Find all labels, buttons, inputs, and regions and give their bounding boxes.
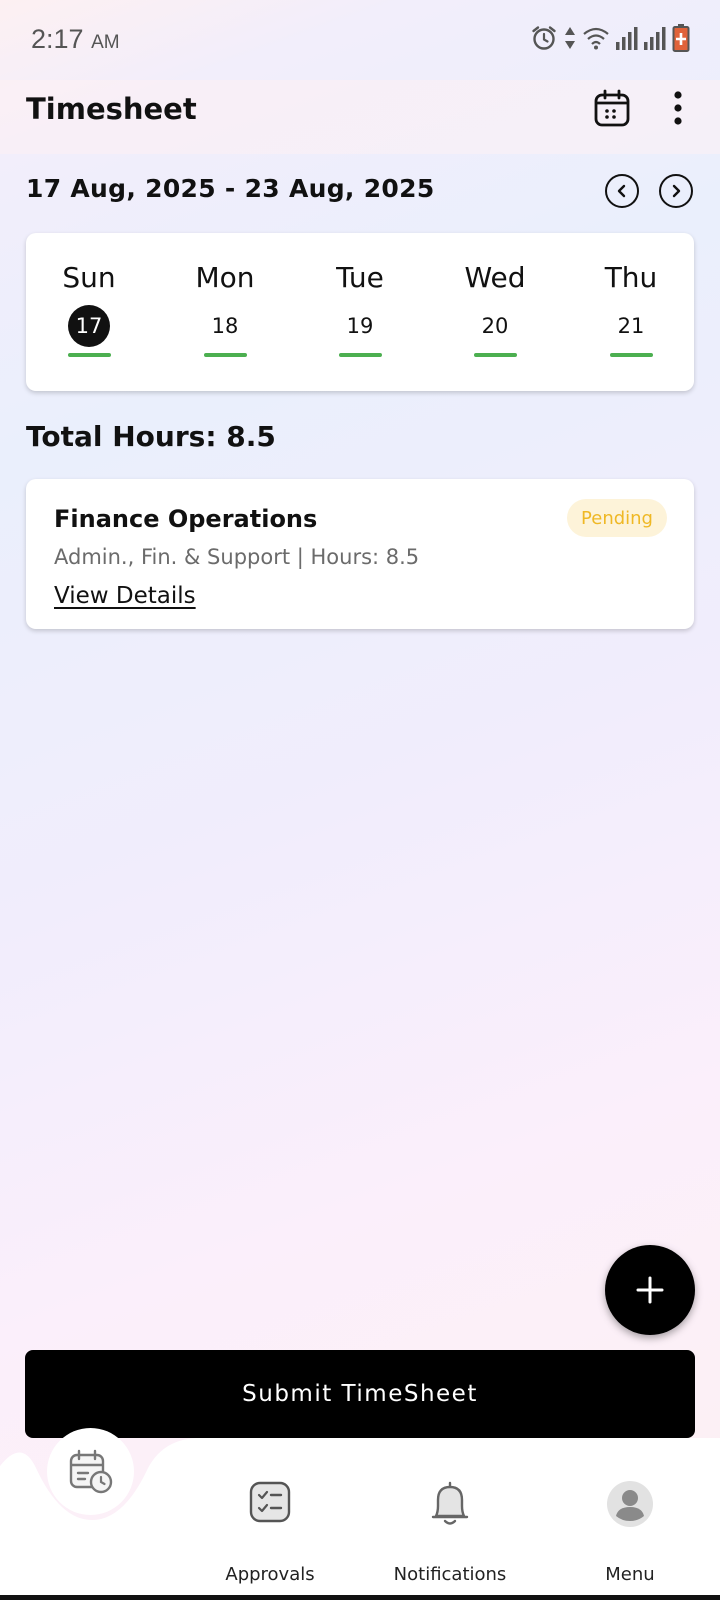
day-name: Tue (336, 261, 384, 294)
day-number: 19 (346, 314, 374, 338)
nav-item-approvals[interactable]: Approvals (195, 1480, 345, 1590)
more-vertical-icon (674, 91, 682, 125)
bell-icon (431, 1481, 469, 1525)
page-title: Timesheet (26, 92, 197, 126)
day-hours-indicator (68, 353, 111, 357)
nav-label-menu: Menu (605, 1564, 655, 1585)
day-name: Wed (464, 261, 526, 294)
chevron-left-icon (617, 184, 626, 198)
add-entry-button[interactable] (605, 1245, 695, 1335)
status-ampm: AM (91, 32, 120, 53)
wifi-icon (583, 27, 609, 50)
day-name: Thu (604, 261, 658, 294)
day-name: Mon (195, 261, 255, 294)
more-options-button[interactable] (662, 86, 694, 130)
day-hours-indicator (339, 353, 382, 357)
status-bar: 2:17 AM (0, 0, 720, 80)
status-clock: 2:17 (31, 24, 84, 54)
day-hours-indicator (474, 353, 517, 357)
timesheet-home-button[interactable] (47, 1428, 134, 1515)
total-hours: Total Hours: 8.5 (26, 420, 276, 453)
status-badge: Pending (567, 499, 667, 537)
timesheet-clock-icon (69, 1449, 112, 1493)
entry-subtitle: Admin., Fin. & Support | Hours: 8.5 (54, 545, 420, 569)
next-week-button[interactable] (659, 174, 693, 208)
previous-week-button[interactable] (605, 174, 639, 208)
nav-item-menu[interactable]: Menu (555, 1480, 705, 1590)
entry-title: Finance Operations (54, 505, 318, 533)
day-number: 18 (211, 314, 239, 338)
day-number: 17 (68, 305, 110, 347)
calendar-icon (594, 89, 630, 127)
nav-item-notifications[interactable]: Notifications (375, 1480, 525, 1590)
nav-label-notifications: Notifications (393, 1564, 507, 1585)
day-name: Sun (62, 261, 116, 294)
week-day-strip: Sun 17 Mon 18 Tue 19 Wed 20 Thu 21 (26, 233, 694, 391)
day-hours-indicator (610, 353, 653, 357)
nav-label-approvals: Approvals (225, 1564, 315, 1585)
view-details-link[interactable]: View Details (54, 583, 196, 609)
day-sun[interactable]: Sun 17 (39, 233, 139, 391)
submit-timesheet-button[interactable]: Submit TimeSheet (25, 1350, 695, 1438)
day-hours-indicator (204, 353, 247, 357)
status-time: 2:17 AM (31, 24, 120, 55)
signal-icon-2 (644, 27, 666, 50)
battery-charging-icon (672, 24, 690, 52)
day-mon[interactable]: Mon 18 (175, 233, 275, 391)
app-header: Timesheet (0, 80, 720, 154)
day-tue[interactable]: Tue 19 (310, 233, 410, 391)
day-number: 21 (617, 314, 645, 338)
screen-bottom-edge (0, 1595, 720, 1600)
week-range: 17 Aug, 2025 - 23 Aug, 2025 (26, 174, 435, 203)
avatar-icon (607, 1481, 653, 1527)
day-number: 20 (481, 314, 509, 338)
checklist-icon (249, 1481, 291, 1523)
status-icons (530, 24, 690, 52)
day-thu[interactable]: Thu 21 (581, 233, 681, 391)
calendar-button[interactable] (590, 86, 634, 130)
day-wed[interactable]: Wed 20 (445, 233, 545, 391)
bottom-nav: Approvals Notifications Menu (0, 1428, 720, 1600)
chevron-right-icon (672, 184, 681, 198)
timesheet-entry-card: Finance Operations Pending Admin., Fin. … (26, 479, 694, 629)
signal-icon-1 (616, 27, 638, 50)
alarm-icon (532, 26, 556, 50)
plus-icon (636, 1276, 664, 1304)
data-arrows-icon (565, 27, 575, 49)
